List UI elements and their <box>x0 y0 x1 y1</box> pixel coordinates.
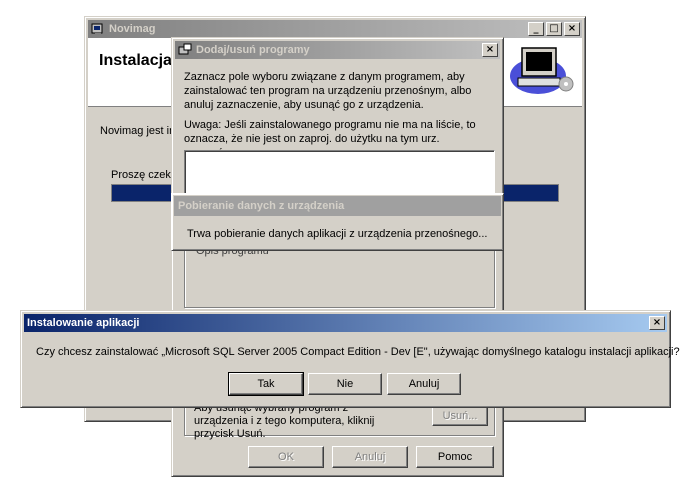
progress-label: Proszę czek <box>111 169 171 181</box>
program-icon <box>178 43 192 57</box>
minimize-button[interactable]: _ <box>528 22 544 36</box>
yes-button[interactable]: Tak <box>228 372 304 396</box>
add-remove-dialog: Dodaj/usuń programy × Zaznacz pole wybor… <box>171 37 504 477</box>
install-titlebar[interactable]: Instalowanie aplikacji × <box>24 314 667 332</box>
close-button[interactable]: × <box>649 316 665 330</box>
intro-text: Zaznacz pole wyboru związane z danym pro… <box>184 71 472 111</box>
app-icon <box>91 22 105 36</box>
ok-button[interactable]: OK <box>248 446 324 468</box>
page-title: Instalacja <box>99 52 172 69</box>
novimag-body-text: Novimag jest in <box>100 125 176 137</box>
install-dialog: Instalowanie aplikacji × Czy chcesz zain… <box>20 310 680 408</box>
fetch-title: Pobieranie danych z urządzenia <box>178 200 345 212</box>
description-groupbox <box>184 248 495 308</box>
add-remove-title: Dodaj/usuń programy <box>196 44 310 56</box>
novimag-title: Novimag <box>109 23 156 35</box>
fetch-message: Trwa pobieranie danych aplikacji z urząd… <box>187 228 488 240</box>
cancel-button[interactable]: Anuluj <box>332 446 408 468</box>
close-button[interactable]: × <box>564 22 580 36</box>
maximize-button[interactable]: □ <box>546 22 562 36</box>
install-title: Instalowanie aplikacji <box>27 317 140 329</box>
no-button[interactable]: Nie <box>308 373 382 395</box>
remove-button[interactable]: Usuń... <box>432 406 488 426</box>
close-button[interactable]: × <box>482 43 498 57</box>
add-remove-titlebar[interactable]: Dodaj/usuń programy × <box>175 41 500 59</box>
novimag-titlebar[interactable]: Novimag _ □ × <box>88 20 582 38</box>
program-list[interactable] <box>184 150 495 198</box>
install-message: Czy chcesz zainstalować „Microsoft SQL S… <box>36 346 680 358</box>
cancel-button[interactable]: Anuluj <box>387 373 461 395</box>
computer-icon <box>504 42 576 102</box>
help-button[interactable]: Pomoc <box>416 446 494 468</box>
fetch-titlebar[interactable]: Pobieranie danych z urządzenia <box>174 196 501 216</box>
fetch-data-dialog: Pobieranie danych z urządzenia Trwa pobi… <box>171 193 504 251</box>
